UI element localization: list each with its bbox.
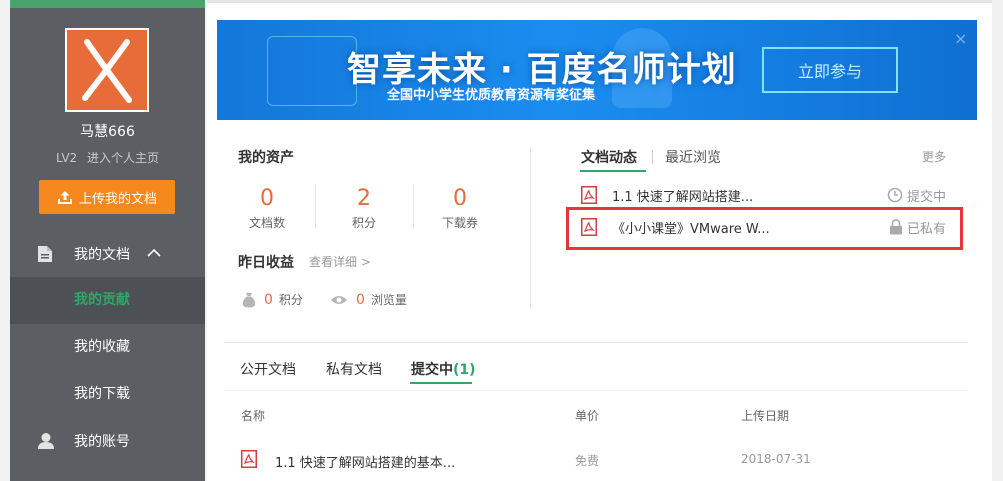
avatar[interactable] <box>65 28 149 112</box>
user-icon <box>38 433 54 449</box>
document-icon <box>38 246 52 262</box>
tab-active-underline <box>410 382 472 384</box>
nav-my-documents-label: 我的文档 <box>74 247 130 263</box>
stat-documents-value: 0 <box>260 186 274 211</box>
upload-document-button[interactable]: 上传我的文档 <box>39 180 175 214</box>
tab-document-activity[interactable]: 文档动态 <box>581 147 637 167</box>
clock-icon <box>887 187 903 203</box>
activity-status-label: 提交中 <box>906 189 946 205</box>
column-header-date: 上传日期 <box>741 409 790 423</box>
nav-my-account[interactable]: 我的账号 <box>10 418 205 464</box>
yesterday-points-label: 积分 <box>278 293 303 307</box>
nav-my-account-label: 我的账号 <box>74 434 130 450</box>
table-row[interactable]: 1.1 快速了解网站搭建的基本... 免费 2018-07-31 <box>224 440 968 480</box>
banner-close-icon[interactable]: × <box>954 29 967 48</box>
stat-points-label: 积分 <box>351 216 376 230</box>
activity-row[interactable]: 1.1 快速了解网站搭建... 提交中 <box>581 183 946 207</box>
tab-recent-browse[interactable]: 最近浏览 <box>665 147 721 167</box>
upload-icon <box>57 191 72 204</box>
eye-icon <box>331 295 347 304</box>
chevron-up-icon <box>147 248 161 257</box>
sidebar-item-contributions[interactable]: 我的贡献 <box>10 277 205 324</box>
section-divider <box>224 342 968 343</box>
yesterday-title: 昨日收益 <box>238 255 294 271</box>
pdf-icon <box>581 186 597 204</box>
top-divider <box>207 0 992 3</box>
username: 马慧666 <box>80 124 135 140</box>
home-link[interactable]: 进入个人主页 <box>87 151 159 165</box>
stat-vouchers-value: 0 <box>453 186 467 211</box>
activity-status: 提交中 <box>887 186 946 205</box>
sidebar-item-favorites[interactable]: 我的收藏 <box>10 324 205 371</box>
tab-submitting-count: (1) <box>453 362 476 378</box>
section-divider <box>530 148 531 308</box>
table-cell-price: 免费 <box>575 454 600 468</box>
yesterday-views-label: 浏览量 <box>370 293 407 307</box>
column-header-price: 单价 <box>575 409 600 423</box>
stat-documents-label: 文档数 <box>248 216 285 230</box>
promo-banner[interactable]: 智享未来 · 百度名师计划 全国中小学生优质教育资源有奖征集 立即参与 × <box>217 20 977 120</box>
yesterday-points-value: 0 <box>264 291 273 308</box>
scrollbar[interactable] <box>992 0 1003 481</box>
tab-private-documents[interactable]: 私有文档 <box>326 359 382 379</box>
stat-vouchers-label: 下载券 <box>441 216 478 230</box>
money-bag-icon <box>242 292 256 307</box>
more-link[interactable]: 更多 <box>922 148 946 165</box>
view-details-link[interactable]: 查看详细 > <box>309 253 371 270</box>
banner-join-button[interactable]: 立即参与 <box>762 47 898 93</box>
nav-my-documents[interactable]: 我的文档 <box>10 231 205 277</box>
upload-button-label: 上传我的文档 <box>78 191 157 207</box>
column-header-name: 名称 <box>241 409 266 423</box>
stat-vouchers: 0 下载券 <box>415 186 505 231</box>
stat-points-value: 2 <box>357 186 371 211</box>
highlight-box <box>566 207 963 250</box>
yesterday-views: 0 浏览量 <box>330 291 407 308</box>
sidebar-item-downloads[interactable]: 我的下载 <box>10 371 205 418</box>
stat-points: 2 积分 <box>319 186 409 231</box>
yesterday-views-value: 0 <box>356 291 365 308</box>
stat-divider <box>413 184 414 228</box>
assets-title: 我的资产 <box>238 150 294 166</box>
activity-title[interactable]: 1.1 快速了解网站搭建... <box>612 186 887 205</box>
user-level: LV2 <box>55 151 78 165</box>
tab-public-documents[interactable]: 公开文档 <box>240 359 296 379</box>
stat-divider <box>315 184 316 228</box>
tab-submitting[interactable]: 提交中(1) <box>411 359 476 379</box>
user-level-line: LV2 进入个人主页 <box>10 149 205 166</box>
table-cell-date: 2018-07-31 <box>741 452 811 466</box>
tab-separator <box>652 150 653 164</box>
banner-decoration <box>267 36 357 106</box>
stat-documents: 0 文档数 <box>222 186 312 231</box>
avatar-x-icon <box>82 39 132 103</box>
table-divider <box>224 390 968 391</box>
tab-submitting-label: 提交中 <box>411 362 453 378</box>
pdf-icon <box>241 450 257 468</box>
sidebar: 马慧666 LV2 进入个人主页 上传我的文档 我的文档 我的贡献 我的收藏 我… <box>10 0 205 481</box>
banner-subtitle: 全国中小学生优质教育资源有奖征集 <box>387 88 596 103</box>
sidebar-top-accent <box>10 0 205 8</box>
table-cell-name[interactable]: 1.1 快速了解网站搭建的基本... <box>275 452 455 471</box>
tab-active-underline <box>580 170 646 172</box>
yesterday-points: 0 积分 <box>242 291 303 308</box>
